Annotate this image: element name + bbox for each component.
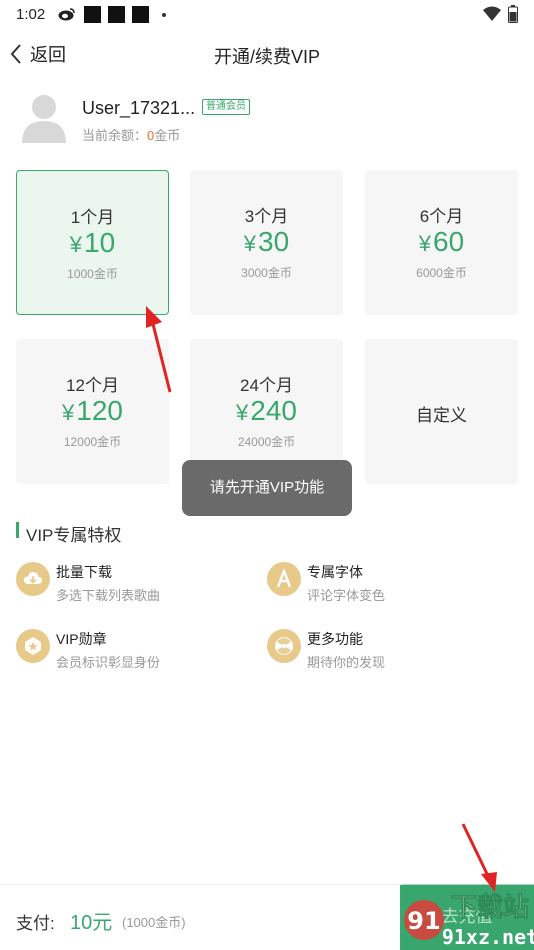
- plan-duration: 24个月: [240, 376, 293, 395]
- plan-card-1-month[interactable]: 1个月 ¥10 1000金币: [16, 170, 169, 315]
- plan-custom-label: 自定义: [416, 406, 467, 425]
- privileges-title: VIP专属特权: [26, 526, 122, 545]
- currency-symbol: ¥: [62, 400, 75, 425]
- notification-icon: [132, 6, 149, 23]
- bottom-pay-bar: 支付: 10元 (1000金币) 去充值: [0, 884, 534, 950]
- plan-duration: 12个月: [66, 376, 119, 395]
- username: User_17321...: [82, 98, 196, 118]
- plan-duration: 6个月: [419, 207, 464, 226]
- plan-card-3-months[interactable]: 3个月 ¥30 3000金币: [190, 170, 343, 315]
- cloud-download-icon: [16, 562, 50, 596]
- plan-card-custom[interactable]: 自定义: [365, 339, 518, 484]
- weibo-icon: [58, 8, 75, 21]
- pay-label: 支付:: [16, 914, 55, 933]
- currency-symbol: ¥: [69, 232, 83, 257]
- privilege-more-features: 更多功能 期待你的发现: [267, 629, 487, 673]
- plan-coins: 24000金币: [237, 435, 296, 449]
- plan-price: ¥30: [190, 226, 343, 258]
- plan-coins: 3000金币: [241, 266, 292, 280]
- status-time: 1:02: [16, 6, 46, 23]
- currency-symbol: ¥: [243, 231, 257, 256]
- more-features-icon: [267, 629, 301, 663]
- plan-price: ¥60: [365, 226, 518, 258]
- more-notifications-icon: [162, 13, 166, 17]
- plan-price-value: 60: [433, 226, 465, 257]
- toast-message: 请先开通VIP功能: [182, 460, 352, 516]
- balance-text: 当前余额：0金币: [82, 125, 180, 144]
- balance-label: 当前余额：: [82, 128, 148, 143]
- privilege-desc: 多选下载列表歌曲: [56, 588, 161, 603]
- pay-amount: 10元: [70, 912, 113, 934]
- plan-coins: 1000金币: [67, 267, 118, 281]
- medal-icon: [16, 629, 50, 663]
- plan-price: ¥10: [17, 227, 168, 259]
- currency-symbol: ¥: [418, 231, 432, 256]
- plan-duration: 3个月: [244, 207, 289, 226]
- plan-card-6-months[interactable]: 6个月 ¥60 6000金币: [365, 170, 518, 315]
- wifi-icon: [483, 6, 501, 21]
- plan-price: ¥240: [190, 395, 343, 427]
- privilege-title: 专属字体: [307, 564, 363, 580]
- privilege-vip-medal: VIP勋章 会员标识彰显身份: [16, 629, 236, 673]
- plan-coins: 12000金币: [63, 435, 122, 449]
- plan-coins: 6000金币: [416, 266, 467, 280]
- plan-price-value: 120: [76, 395, 123, 426]
- plan-price-value: 240: [250, 395, 297, 426]
- notification-icon: [108, 6, 125, 23]
- privilege-desc: 评论字体变色: [307, 588, 386, 603]
- currency-symbol: ¥: [236, 400, 249, 425]
- plan-card-12-months[interactable]: 12个月 ¥120 12000金币: [16, 339, 169, 484]
- balance-unit: 金币: [154, 128, 181, 143]
- member-level-badge: 普通会员: [202, 99, 250, 115]
- section-accent-bar: [16, 522, 19, 538]
- font-a-icon: [267, 562, 301, 596]
- plan-price: ¥120: [16, 395, 169, 427]
- avatar-icon: [22, 95, 66, 143]
- privilege-title: 批量下载: [56, 564, 112, 580]
- privilege-exclusive-font: 专属字体 评论字体变色: [267, 562, 487, 606]
- privilege-batch-download: 批量下载 多选下载列表歌曲: [16, 562, 236, 606]
- header: 返回 开通/续费VIP: [0, 32, 534, 76]
- notification-icon: [84, 6, 101, 23]
- privilege-desc: 会员标识彰显身份: [56, 655, 161, 670]
- plan-price-value: 30: [258, 226, 290, 257]
- recharge-button[interactable]: 去充值: [400, 885, 534, 950]
- pay-coins: (1000金币): [122, 915, 186, 930]
- privilege-desc: 期待你的发现: [307, 655, 386, 670]
- page-title: 开通/续费VIP: [213, 47, 320, 67]
- battery-icon: [508, 5, 518, 23]
- privilege-title: 更多功能: [307, 631, 363, 647]
- plan-duration: 1个月: [70, 208, 115, 227]
- privilege-title: VIP勋章: [56, 631, 107, 647]
- plan-price-value: 10: [84, 227, 116, 258]
- status-bar: 1:02: [0, 0, 534, 30]
